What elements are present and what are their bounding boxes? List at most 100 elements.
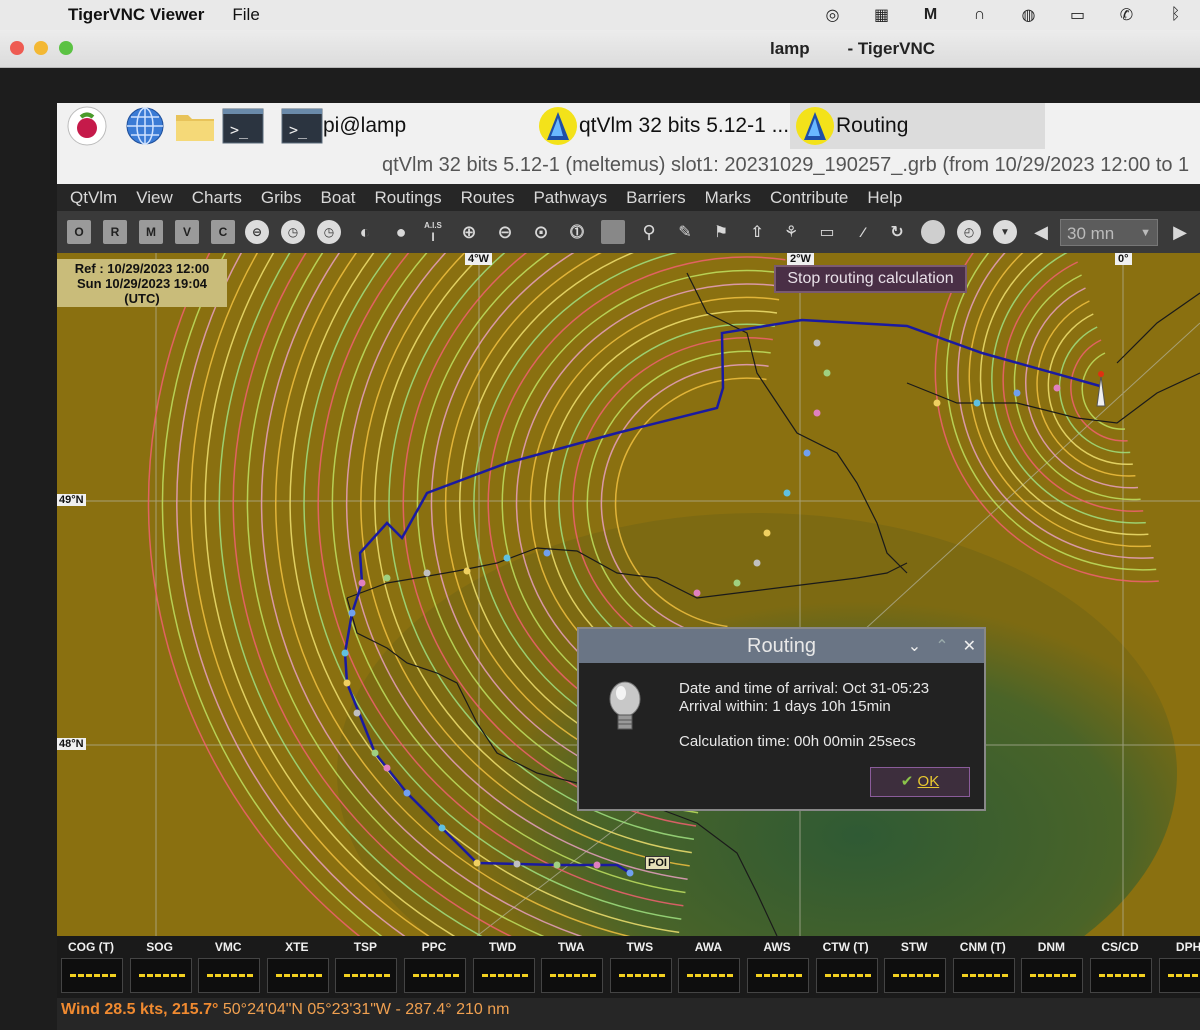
- instrument-awa[interactable]: AWA: [674, 936, 742, 998]
- minimize-window-button[interactable]: [34, 41, 48, 55]
- menu-routings[interactable]: Routings: [374, 188, 441, 208]
- instrument-ppc[interactable]: PPC: [400, 936, 468, 998]
- sphere-icon[interactable]: [921, 220, 945, 244]
- route-waypoint: [383, 764, 391, 772]
- instrument-dnm[interactable]: DNM: [1017, 936, 1085, 998]
- bulb-icon[interactable]: ●: [389, 220, 413, 244]
- raspberry-menu-icon[interactable]: [65, 106, 109, 146]
- grib-c-button[interactable]: C: [211, 220, 235, 244]
- menu-barriers[interactable]: Barriers: [626, 188, 686, 208]
- printer-icon[interactable]: ▭: [815, 220, 839, 244]
- close-icon[interactable]: ✕: [963, 636, 976, 656]
- instrument-vmc[interactable]: VMC: [194, 936, 262, 998]
- menu-qtvlm[interactable]: QtVlm: [70, 188, 117, 208]
- instrument-tsp[interactable]: TSP: [331, 936, 399, 998]
- arrival-within-text: Arrival within: 1 days 10h 15min: [679, 698, 891, 715]
- grib-map[interactable]: Ref : 10/29/2023 12:00 Sun 10/29/2023 19…: [57, 253, 1200, 936]
- poi-marker[interactable]: POI: [645, 856, 670, 870]
- menu-gribs[interactable]: Gribs: [261, 188, 302, 208]
- download-circle-icon[interactable]: ▼: [993, 220, 1017, 244]
- instrument-dph[interactable]: DPH: [1155, 936, 1200, 998]
- grib-o-button[interactable]: O: [67, 220, 91, 244]
- battery-icon[interactable]: ▭: [1053, 5, 1102, 25]
- clock-two-icon[interactable]: ◷: [317, 220, 341, 244]
- routing-dialog: Routing ⌄ ⌃ ✕ Date and time of arrival: …: [577, 627, 986, 811]
- chevron-down-icon[interactable]: ⌄: [908, 636, 921, 656]
- ok-button[interactable]: ✔ OK: [870, 767, 970, 797]
- instrument-empty-dashes: [961, 974, 1008, 977]
- menu-help[interactable]: Help: [867, 188, 902, 208]
- antenna-icon[interactable]: ⚘: [779, 220, 803, 244]
- app-menu[interactable]: TigerVNC Viewer: [68, 5, 204, 25]
- chevron-up-icon[interactable]: ⌃: [935, 636, 948, 656]
- grib-r-button[interactable]: R: [103, 220, 127, 244]
- magnifier-icon[interactable]: ⚲: [637, 220, 661, 244]
- instrument-xte[interactable]: XTE: [263, 936, 331, 998]
- sail-icon[interactable]: ◐: [353, 220, 377, 244]
- compass-icon[interactable]: ⊖: [245, 220, 269, 244]
- grib-m-button[interactable]: M: [139, 220, 163, 244]
- task-qtvlm-label: qtVlm 32 bits 5.12-1 ...: [579, 114, 790, 137]
- menu-contribute[interactable]: Contribute: [770, 188, 848, 208]
- grid-icon[interactable]: ▦: [857, 5, 906, 25]
- zoom-reset-icon[interactable]: ⓵: [565, 220, 589, 244]
- instrument-aws[interactable]: AWS: [743, 936, 811, 998]
- pin-icon[interactable]: ⚑: [709, 220, 733, 244]
- zoom-window-button[interactable]: [59, 41, 73, 55]
- timer-icon[interactable]: ◴: [957, 220, 981, 244]
- ais-button[interactable]: A.I.S I: [421, 220, 445, 244]
- route-waypoint: [733, 579, 741, 587]
- pencil-icon[interactable]: ✎: [673, 220, 697, 244]
- instrument-ctw-t[interactable]: CTW (T): [812, 936, 880, 998]
- task-qtvlm[interactable]: qtVlm 32 bits 5.12-1 ...: [537, 103, 789, 149]
- instrument-label: PPC: [421, 940, 447, 954]
- ruler-icon[interactable]: ⁄: [851, 220, 875, 244]
- window-titlebar[interactable]: lamp - TigerVNC: [0, 30, 1200, 68]
- globe-icon[interactable]: ◍: [1004, 5, 1053, 25]
- map-canvas[interactable]: [57, 253, 1200, 936]
- malware-icon[interactable]: M: [906, 6, 955, 24]
- instrument-sog[interactable]: SOG: [126, 936, 194, 998]
- menu-pathways[interactable]: Pathways: [533, 188, 607, 208]
- menu-boat[interactable]: Boat: [320, 188, 355, 208]
- menu-routes[interactable]: Routes: [461, 188, 515, 208]
- instrument-cog-t[interactable]: COG (T): [57, 936, 125, 998]
- zoom-out-icon[interactable]: ⊖: [493, 220, 517, 244]
- select-area-icon[interactable]: [601, 220, 625, 244]
- instrument-stw[interactable]: STW: [880, 936, 948, 998]
- bluetooth-icon[interactable]: ᛒ: [1151, 6, 1200, 24]
- window-title: lamp - TigerVNC: [770, 39, 935, 58]
- step-forward-icon[interactable]: ▶: [1168, 220, 1192, 244]
- spiral-icon[interactable]: ◎: [808, 5, 857, 25]
- refresh-icon[interactable]: ↻: [885, 220, 909, 244]
- terminal-icon[interactable]: >_: [221, 107, 265, 145]
- menu-marks[interactable]: Marks: [705, 188, 751, 208]
- instrument-twa[interactable]: TWA: [537, 936, 605, 998]
- instrument-empty-dashes: [138, 974, 185, 977]
- instrument-empty-dashes: [344, 974, 391, 977]
- folder-icon[interactable]: [173, 107, 217, 145]
- browser-icon[interactable]: [123, 107, 167, 145]
- zoom-fit-icon[interactable]: ⊙: [529, 220, 553, 244]
- menu-charts[interactable]: Charts: [192, 188, 242, 208]
- menu-view[interactable]: View: [136, 188, 173, 208]
- clock-icon[interactable]: ◷: [281, 220, 305, 244]
- instrument-cs-cd[interactable]: CS/CD: [1086, 936, 1154, 998]
- instrument-tws[interactable]: TWS: [606, 936, 674, 998]
- arch-icon[interactable]: ∩: [955, 6, 1004, 24]
- step-back-icon[interactable]: ◀: [1029, 220, 1053, 244]
- instrument-value: [1021, 958, 1084, 993]
- task-terminal[interactable]: >_ pi@lamp: [281, 103, 406, 149]
- zoom-in-icon[interactable]: ⊕: [457, 220, 481, 244]
- grib-v-button[interactable]: V: [175, 220, 199, 244]
- instrument-cnm-t[interactable]: CNM (T): [949, 936, 1017, 998]
- upload-icon[interactable]: ⇧: [745, 220, 769, 244]
- file-menu[interactable]: File: [232, 5, 259, 25]
- close-window-button[interactable]: [10, 41, 24, 55]
- instrument-twd[interactable]: TWD: [469, 936, 537, 998]
- task-routing[interactable]: Routing: [790, 103, 1045, 149]
- stop-routing-button[interactable]: Stop routing calculation: [774, 265, 967, 293]
- phone-icon[interactable]: ✆: [1102, 5, 1151, 25]
- lat-label-48n: 48°N: [57, 738, 86, 750]
- interval-select[interactable]: 30 mn ▼: [1060, 219, 1158, 246]
